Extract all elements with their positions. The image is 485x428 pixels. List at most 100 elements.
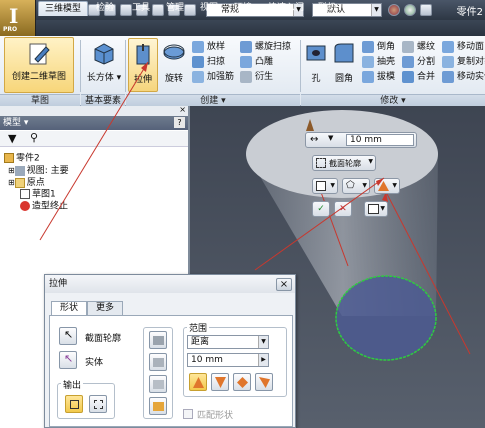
profile-selector[interactable]: 截面轮廓 ▼	[312, 155, 376, 171]
chevron-down-icon[interactable]: ▼	[328, 134, 333, 142]
operation-dropdown[interactable]: ⬠ ▼	[342, 178, 370, 194]
move-body-button[interactable]: 移动实体	[442, 70, 485, 85]
view-icon	[14, 165, 25, 176]
dropdown-icon[interactable]	[420, 4, 432, 16]
divider	[125, 40, 126, 92]
asymmetric-icon	[259, 377, 270, 388]
sketch-panel-label: 草图	[0, 94, 80, 106]
cut-icon	[153, 358, 164, 367]
direction-icon[interactable]: ↔	[310, 134, 318, 145]
move-face-button[interactable]: 移动面	[442, 40, 485, 55]
part-icon	[4, 153, 14, 163]
extents-select[interactable]: 距离 ▼	[187, 335, 269, 349]
adjust-icon[interactable]	[404, 4, 416, 16]
hole-button[interactable]: 孔	[302, 40, 330, 90]
direction-2-button[interactable]	[211, 373, 229, 391]
clear-appearance-icon[interactable]	[388, 4, 400, 16]
browser-top-strip: ×	[0, 105, 188, 116]
ribbon-tab-strip	[36, 20, 485, 36]
box-button[interactable]: 长方体 ▾	[84, 40, 124, 90]
expand-icon[interactable]: ⊞	[8, 166, 15, 175]
tab-3d-model[interactable]: 三维模型	[38, 1, 88, 16]
tree-item-part[interactable]: 零件2	[4, 153, 40, 164]
revolve-icon	[163, 44, 185, 60]
match-shape-label: 匹配形状	[197, 411, 234, 421]
dialog-title: 拉伸	[45, 275, 295, 293]
divider	[80, 40, 81, 92]
tab-view[interactable]: 视图	[194, 1, 224, 16]
tab-shape[interactable]: 形状	[51, 301, 87, 315]
tab-more[interactable]: 更多	[87, 301, 123, 315]
tree-item-origin[interactable]: ⊞ 原点	[8, 177, 45, 188]
coil-button[interactable]: 螺旋扫掠	[240, 40, 291, 55]
folder-icon	[14, 177, 25, 188]
help-icon[interactable]: ?	[174, 117, 185, 128]
cut-button[interactable]	[149, 353, 167, 371]
derive-button[interactable]: 衍生	[240, 70, 291, 85]
tab-environments[interactable]: 环境	[228, 1, 258, 16]
join-button[interactable]	[149, 331, 167, 349]
solid-select-button[interactable]: ↖	[59, 351, 77, 369]
tree-item-end-of-part[interactable]: 造型终止	[20, 201, 68, 212]
chamfer-button[interactable]: 倒角	[362, 40, 395, 55]
divider	[300, 40, 301, 92]
cursor-icon: ↖	[64, 352, 74, 365]
ok-button[interactable]: ✓	[312, 201, 330, 217]
surface-output-button[interactable]	[89, 395, 107, 413]
revolve-button[interactable]: 旋转	[160, 40, 188, 90]
combine-button[interactable]: 合并	[402, 70, 435, 85]
sketch-icon	[29, 43, 50, 65]
sweep-button[interactable]: 扫掠	[192, 55, 234, 70]
cursor-icon: ↖	[64, 328, 74, 341]
browser-header[interactable]: 模型 ▾ ?	[0, 116, 188, 130]
rib-button[interactable]: 加强筋	[192, 70, 234, 85]
distance-input[interactable]: 10 mm ▶	[187, 353, 269, 367]
cancel-button[interactable]: ✕	[334, 201, 352, 217]
solid-output-dropdown[interactable]: ▼	[312, 178, 338, 194]
symmetric-button[interactable]	[233, 373, 251, 391]
tree-item-sketch[interactable]: 草图1	[20, 189, 56, 200]
direction-dropdown[interactable]: ▼	[374, 178, 400, 194]
tab-tools[interactable]: 工具	[126, 1, 156, 16]
copy-object-button[interactable]: 复制对象	[442, 55, 485, 70]
close-icon[interactable]: ×	[179, 105, 186, 114]
coil-icon	[240, 40, 252, 53]
application-menu-button[interactable]: I PRO	[0, 0, 36, 36]
symmetric-icon	[237, 377, 248, 388]
join-icon: ⬠	[346, 180, 355, 191]
find-icon[interactable]: ⚲	[30, 131, 38, 144]
solid-label: 实体	[85, 358, 104, 368]
tree-item-view[interactable]: ⊞ 视图: 主要	[8, 165, 69, 176]
tab-inspect[interactable]: 检验	[90, 1, 120, 16]
split-button[interactable]: 分割	[402, 55, 435, 70]
match-shape-checkbox[interactable]	[183, 409, 193, 419]
shell-button[interactable]: 抽壳	[362, 55, 395, 70]
distance-input[interactable]: 10 mm	[346, 134, 414, 146]
stop-icon	[20, 201, 30, 211]
draft-button[interactable]: 拔模	[362, 70, 395, 85]
tab-manage[interactable]: 管理	[160, 1, 190, 16]
filter-icon[interactable]: ▼	[8, 132, 16, 145]
box-icon	[94, 43, 114, 65]
expand-icon[interactable]: ⊞	[8, 178, 15, 187]
extrude-button[interactable]: 拉伸	[128, 38, 158, 92]
fillet-icon	[334, 43, 354, 63]
loft-icon	[192, 40, 204, 53]
options-dropdown[interactable]: ▼	[364, 201, 388, 217]
new-solid-button[interactable]	[149, 397, 167, 415]
loft-button[interactable]: 放样	[192, 40, 234, 55]
asymmetric-button[interactable]	[255, 373, 273, 391]
fillet-button[interactable]: 圆角	[330, 40, 358, 90]
create-2d-sketch-button[interactable]: 创建二维草图	[4, 37, 74, 93]
solid-output-button[interactable]	[65, 395, 83, 413]
tab-online[interactable]: 联机	[312, 1, 342, 16]
thread-icon	[402, 40, 414, 53]
chevron-down-icon: ▼	[392, 182, 397, 189]
intersect-button[interactable]	[149, 375, 167, 393]
direction-1-button[interactable]	[189, 373, 207, 391]
tab-get-started[interactable]: 快速入门	[262, 1, 310, 16]
close-button[interactable]: ×	[276, 278, 292, 291]
profile-select-button[interactable]: ↖	[59, 327, 77, 345]
thread-button[interactable]: 螺纹	[402, 40, 435, 55]
emboss-button[interactable]: 凸雕	[240, 55, 291, 70]
